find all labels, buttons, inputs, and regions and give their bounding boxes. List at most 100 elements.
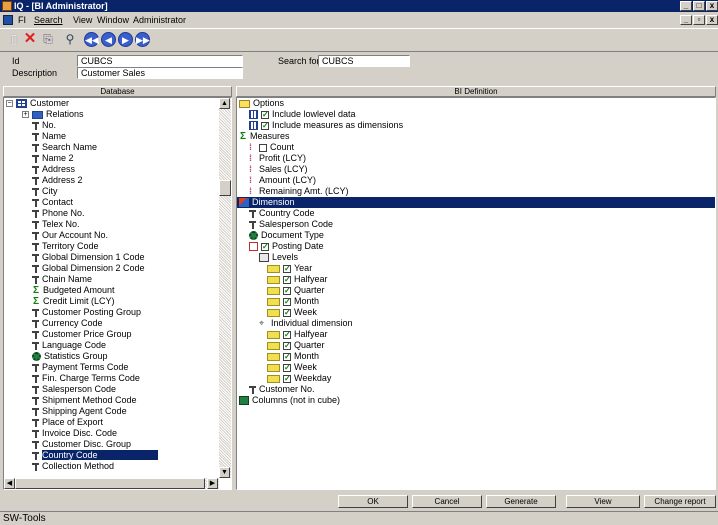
tree-field-item[interactable]: Invoice Disc. Code [32,428,117,439]
tree-field-item[interactable]: Territory Code [32,241,99,252]
copy-icon[interactable]: ⎘ [40,31,56,47]
checkbox[interactable] [283,263,291,274]
tree-field-item[interactable]: Country Code [32,450,158,461]
checkbox[interactable] [261,120,269,131]
tree-field-item[interactable]: Shipment Method Code [32,395,137,406]
bi-tree-item[interactable]: Document Type [249,230,324,241]
bi-tree-item[interactable]: Salesperson Code [249,219,333,230]
minimize-button[interactable]: _ [680,1,692,11]
tree-field-item[interactable]: Search Name [32,142,97,153]
tree-item-relations[interactable]: + Relations [22,109,84,120]
scroll-right-button[interactable]: ▶ [207,478,218,489]
doc-restore-button[interactable]: ▫ [693,15,705,25]
first-record-icon[interactable]: ◀◀ [84,32,99,47]
menu-search[interactable]: Search [34,14,63,26]
menu-view[interactable]: View [73,14,92,26]
tree-field-item[interactable]: Contact [32,197,73,208]
bi-tree-item[interactable]: Halfyear [267,329,328,340]
scroll-thumb[interactable] [219,180,231,196]
checkbox[interactable] [283,274,291,285]
tree-field-item[interactable]: City [32,186,58,197]
tree-field-item[interactable]: Customer Disc. Group [32,439,131,450]
bi-tree-item[interactable]: ⁞ Amount (LCY) [249,175,316,186]
delete-icon[interactable]: ✕ [22,31,38,47]
tree-root-customer[interactable]: − Customer [6,98,69,109]
tree-field-item[interactable]: No. [32,120,56,131]
checkbox[interactable] [283,296,291,307]
tree-field-item[interactable]: Place of Export [32,417,103,428]
tree-field-item[interactable]: Statistics Group [32,351,108,362]
next-record-icon[interactable]: ▶ [118,32,133,47]
tree-field-item[interactable]: Collection Method [32,461,114,472]
tree-field-item[interactable]: Customer Price Group [32,329,132,340]
tree-field-item[interactable]: Address [32,164,75,175]
scroll-up-button[interactable]: ▲ [219,98,230,109]
bi-tree-item[interactable]: Quarter [267,285,325,296]
tree-field-item[interactable]: Global Dimension 2 Code [32,263,145,274]
scroll-left-button[interactable]: ◀ [4,478,15,489]
bi-tree-item[interactable]: Country Code [249,208,315,219]
tree-field-item[interactable]: Telex No. [32,219,80,230]
doc-minimize-button[interactable]: _ [680,15,692,25]
generate-button[interactable]: Generate [486,495,556,508]
change-report-button[interactable]: Change report [644,495,716,508]
checkbox[interactable] [283,329,291,340]
tree-field-item[interactable]: Phone No. [32,208,85,219]
tree-field-item[interactable]: Shipping Agent Code [32,406,127,417]
checkbox[interactable] [259,143,267,152]
tree-field-item[interactable]: Address 2 [32,175,83,186]
view-button[interactable]: View [566,495,640,508]
tree-field-item[interactable]: Σ Credit Limit (LCY) [32,296,115,307]
tree-field-item[interactable]: Name [32,131,66,142]
checkbox[interactable] [283,351,291,362]
description-field[interactable]: Customer Sales [77,67,243,79]
maximize-button[interactable]: □ [693,1,705,11]
bi-tree-item[interactable]: Σ Measures [239,131,290,142]
database-vertical-scrollbar[interactable]: ▲ ▼ [219,98,231,478]
hscroll-thumb[interactable] [15,478,205,489]
previous-record-icon[interactable]: ◀ [101,32,116,47]
menu-fi[interactable]: FI [18,14,26,26]
bi-tree-item[interactable]: Quarter [267,340,325,351]
tree-field-item[interactable]: Language Code [32,340,106,351]
collapse-icon[interactable]: − [6,100,13,108]
database-tree[interactable]: − Customer + Relations No. Name Search Name N… [3,97,232,490]
expand-icon[interactable]: + [22,111,29,119]
tree-field-item[interactable]: Σ Budgeted Amount [32,285,115,296]
tree-field-item[interactable]: Payment Terms Code [32,362,128,373]
database-horizontal-scrollbar[interactable]: ◀ ▶ [4,478,219,489]
tree-field-item[interactable]: Currency Code [32,318,103,329]
bi-tree-item[interactable]: Week [267,362,317,373]
checkbox[interactable] [283,285,291,296]
checkbox[interactable] [283,373,291,384]
search-icon[interactable]: ⚲ [62,31,78,47]
bi-tree-item[interactable]: Include measures as dimensions [249,120,403,131]
tree-field-item[interactable]: Salesperson Code [32,384,116,395]
tree-field-item[interactable]: Our Account No. [32,230,108,241]
cancel-button[interactable]: Cancel [412,495,482,508]
tree-field-item[interactable]: Name 2 [32,153,74,164]
bi-tree-item[interactable]: Weekday [267,373,331,384]
bi-tree-item[interactable]: Month [267,296,319,307]
bi-tree-item[interactable]: ⁞ Sales (LCY) [249,164,308,175]
bi-tree-item[interactable]: ⌖ Individual dimension [259,318,353,329]
document-icon[interactable] [3,15,13,25]
checkbox[interactable] [283,340,291,351]
doc-close-button[interactable]: x [706,15,718,25]
id-field[interactable]: CUBCS [77,55,243,67]
bi-tree-item[interactable]: Customer No. [249,384,315,395]
bi-tree-item[interactable]: Posting Date [249,241,324,252]
bi-tree-item[interactable]: ⁞ Count [249,142,294,153]
bi-tree-item[interactable]: ⁞ Remaining Amt. (LCY) [249,186,349,197]
tree-field-item[interactable]: Global Dimension 1 Code [32,252,145,263]
bi-tree-item[interactable]: Options [239,98,284,109]
bi-tree-item[interactable]: Year [267,263,312,274]
bi-tree-item[interactable]: Include lowlevel data [249,109,356,120]
bi-tree-item[interactable]: Levels [259,252,298,263]
tree-field-item[interactable]: Customer Posting Group [32,307,141,318]
bi-tree-item[interactable]: Week [267,307,317,318]
bi-tree-item[interactable]: Dimension [237,197,715,208]
bi-tree-item[interactable]: ⁞ Profit (LCY) [249,153,306,164]
search-input[interactable]: CUBCS [318,55,410,67]
close-button[interactable]: x [706,1,718,11]
